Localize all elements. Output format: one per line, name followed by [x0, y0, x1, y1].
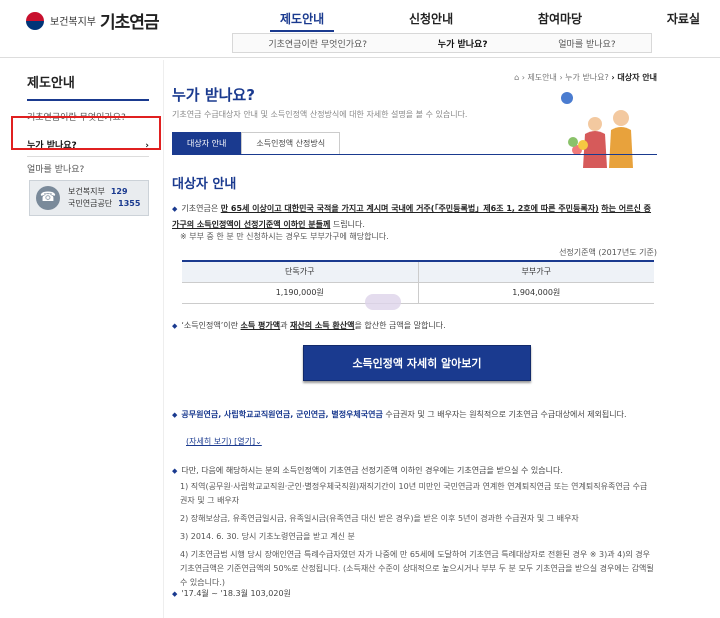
table-cell-couple: 1,904,000원 [417, 282, 654, 304]
global-nav: 제도안내 신청안내 참여마당 자료실 [270, 10, 710, 32]
diamond-bullet-icon: ◆ [172, 205, 178, 213]
amount-period-paragraph: ◆ '17.4월 ~ '18.3월 103,020원 [172, 588, 291, 599]
table-header-single: 단독가구 [182, 260, 418, 283]
diamond-bullet-icon: ◆ [172, 467, 178, 475]
watermark-stamp [365, 294, 401, 310]
table-row: 1,190,000원 1,904,000원 [182, 282, 654, 304]
left-nav-title: 제도안내 [27, 72, 149, 101]
left-nav-item-label: 얼마를 받나요? [27, 165, 85, 175]
diamond-bullet-icon: ◆ [172, 411, 178, 419]
contact-num-1: 129 [110, 187, 128, 196]
eligibility-paragraph: ◆ 기초연금은 만 65세 이상이고 대한민국 국적을 가지고 계시며 국내에 거… [172, 201, 657, 232]
breadcrumb-item[interactable]: › 제도안내 [522, 73, 557, 82]
sub-nav: 기초연금이란 무엇인가요? 누가 받나요? 얼마를 받나요? [232, 33, 652, 53]
subnav-item-how-much[interactable]: 얼마를 받나요? [558, 37, 615, 50]
elderly-couple-illustration [561, 92, 633, 168]
exception-list: 1) 직역(공무원·사립학교교직원·군인·별정우체국직원)재직기간이 10년 미… [180, 480, 654, 594]
text-emphasis: 소득 평가액 [240, 321, 281, 330]
couple-note: ※ 부부 중 한 분 만 신청하시는 경우도 부부가구에 해당합니다. [180, 232, 389, 241]
highlight-box [11, 116, 161, 150]
exception-paragraph: ◆ 다만, 다음에 해당하시는 분의 소득인정액이 기초연금 선정기준액 이하인 … [172, 463, 654, 479]
taeguk-emblem-icon [26, 11, 44, 30]
contact-lines: 보건복지부 129 국민연금공단 1355 [68, 186, 140, 210]
site-header: 보건복지부 기초연금 제도안내 신청안내 참여마당 자료실 기초연금이란 무엇인… [0, 0, 720, 58]
contact-name-1: 보건복지부 [68, 187, 105, 196]
contact-name-2: 국민연금공단 [68, 199, 113, 208]
site-logo[interactable]: 보건복지부 기초연금 [26, 8, 160, 33]
text-segment: 수급권자 및 그 배우자는 원칙적으로 기초연금 수급대상에서 제외됩니다. [382, 410, 627, 419]
diamond-bullet-icon: ◆ [172, 590, 178, 598]
text-emphasis: 공무원연금, 사립학교교직원연금, 군인연금, 별정우체국연금 [181, 410, 383, 419]
tab-recipient-guide[interactable]: 대상자 안내 [172, 132, 242, 154]
service-name: 기초연금 [100, 13, 160, 33]
diamond-bullet-icon: ◆ [172, 322, 178, 330]
contact-num-2: 1355 [118, 199, 141, 208]
list-item: 1) 직역(공무원·사립학교교직원·군인·별정우체국직원)재직기간이 10년 미… [180, 482, 648, 505]
gnb-item-participation[interactable]: 참여마당 [528, 10, 592, 32]
subnav-item-who-receives[interactable]: 누가 받나요? [438, 37, 488, 50]
standard-amount-note: 선정기준액 (2017년도 기준) [559, 248, 657, 257]
tab-income-calculation[interactable]: 소득인정액 산정방식 [241, 132, 341, 154]
text-segment: 을 합산한 금액을 말합니다. [354, 321, 446, 330]
standard-amount-table: 단독가구 부부가구 1,190,000원 1,904,000원 [182, 260, 654, 304]
left-nav-item-how-much[interactable]: 얼마를 받나요? [27, 159, 149, 181]
text-emphasis: 재산의 소득 환산액 [290, 321, 355, 330]
list-item: 2) 장해보상금, 유족연금일시금, 유족일시금(유족연금 대신 받은 경우)을… [180, 514, 579, 523]
income-definition: ◆ ‘소득인정액’이란 소득 평가액과 재산의 소득 환산액을 합산한 금액을 말… [172, 320, 446, 331]
gnb-item-application-guide[interactable]: 신청안내 [399, 10, 463, 32]
breadcrumb-item[interactable]: › 누가 받나요? [559, 73, 608, 82]
phone-icon: ☎ [36, 186, 60, 210]
list-item: 3) 2014. 6. 30. 당시 기초노령연금을 받고 계신 분 [180, 532, 355, 541]
income-detail-button[interactable]: 소득인정액 자세히 알아보기 [303, 345, 531, 381]
main-content: ⌂ › 제도안내 › 누가 받나요? › 대상자 안내 누가 받나요? 기초연금… [172, 70, 657, 598]
gnb-item-resources[interactable]: 자료실 [657, 10, 710, 32]
ministry-name: 보건복지부 [50, 17, 96, 28]
text-segment: ‘소득인정액’이란 [181, 321, 241, 330]
contact-box: ☎ 보건복지부 129 국민연금공단 1355 [29, 180, 149, 216]
subnav-item-what-is[interactable]: 기초연금이란 무엇인가요? [268, 37, 367, 50]
text-segment: 기초연금은 [181, 204, 221, 213]
text-segment: 과 [280, 321, 291, 330]
gnb-item-system-guide[interactable]: 제도안내 [270, 10, 335, 32]
text-segment: 드립니다. [330, 220, 365, 229]
content-tabs: 대상자 안내 소득인정액 산정방식 [172, 132, 657, 155]
text-segment: '17.4월 ~ '18.3월 103,020원 [181, 589, 291, 598]
exclusion-paragraph: ◆ 공무원연금, 사립학교교직원연금, 군인연금, 별정우체국연금 수급권자 및 … [172, 408, 652, 422]
section-title: 대상자 안내 [172, 177, 237, 192]
home-icon[interactable]: ⌂ [514, 73, 519, 82]
breadcrumb-current: › 대상자 안내 [611, 73, 657, 82]
sidebar-divider [163, 60, 164, 618]
text-emphasis: 만 65세 이상이고 대한민국 국적을 가지고 계시며 국내에 거주(「주민등록… [220, 204, 599, 213]
table-header-couple: 부부가구 [417, 260, 654, 283]
breadcrumb: ⌂ › 제도안내 › 누가 받나요? › 대상자 안내 [514, 72, 657, 83]
detail-toggle-link[interactable]: (자세히 보기) [열기]⌄ [186, 436, 262, 447]
text-segment: 다만, 다음에 해당하시는 분의 소득인정액이 기초연금 선정기준액 이하인 경… [181, 466, 563, 475]
list-item: 4) 기초연금법 시행 당시 장애인연금 특례수급자였던 자가 나중에 만 65… [180, 550, 654, 587]
